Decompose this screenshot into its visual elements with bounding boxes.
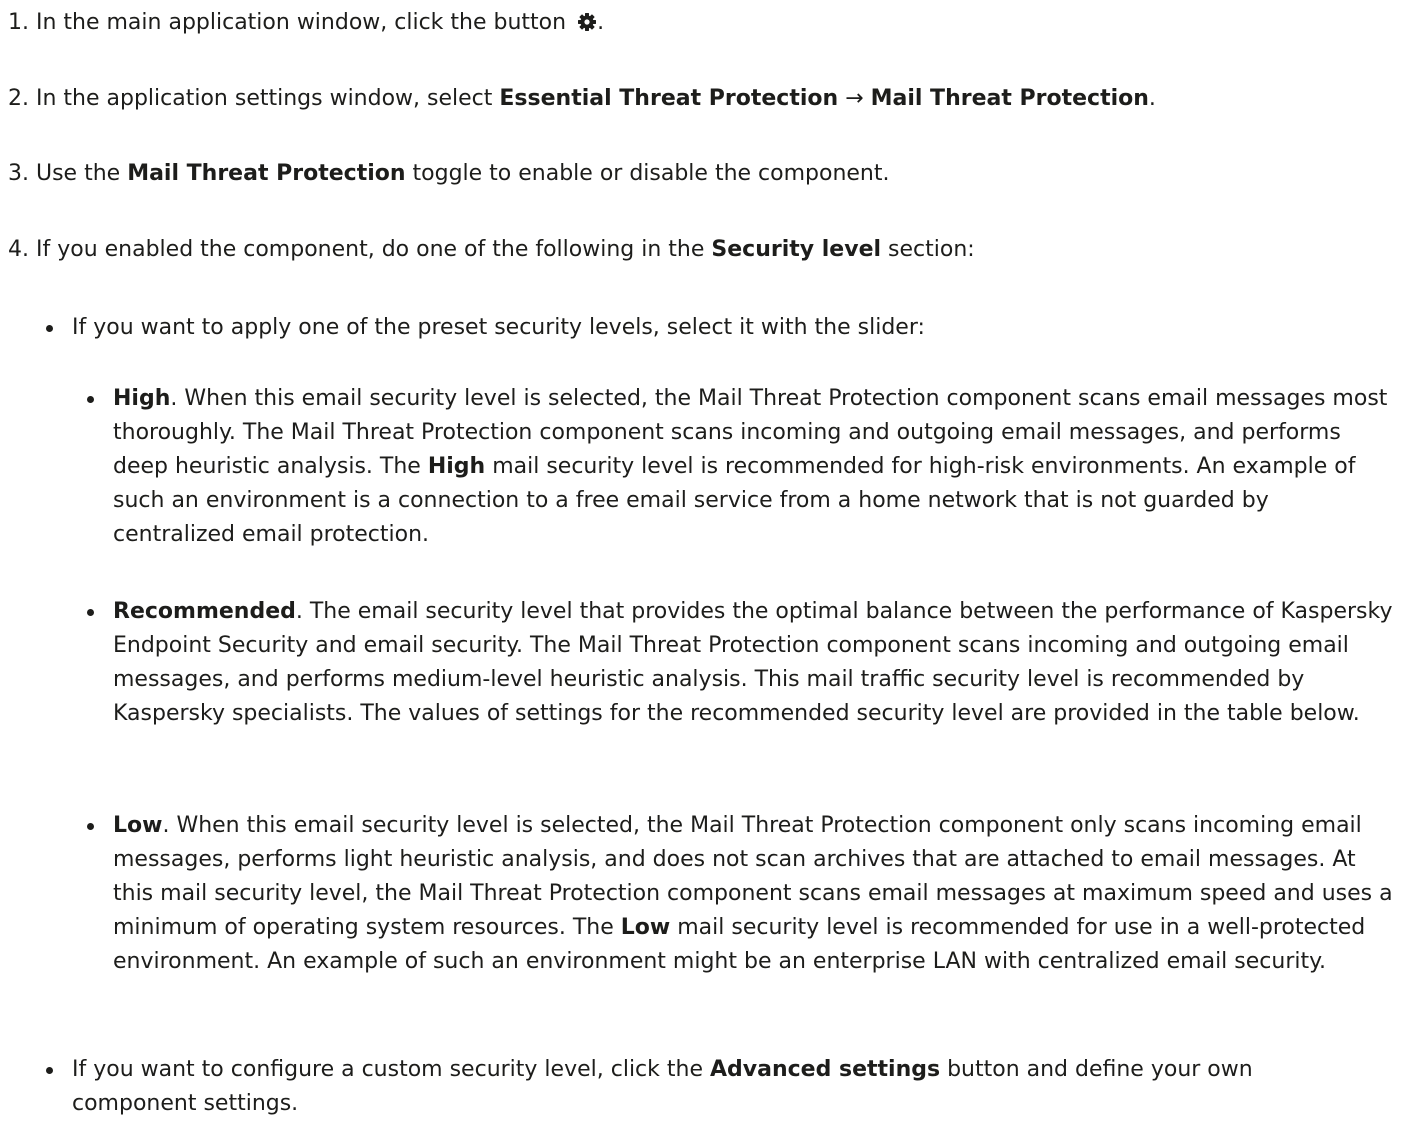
high-level-label-inline: High <box>427 454 486 479</box>
recommended-level-label: Recommended <box>113 599 296 624</box>
step-2-end: . <box>1148 86 1156 111</box>
mail-threat-protection-toggle-term: Mail Threat Protection <box>127 161 406 186</box>
gear-icon <box>577 9 597 31</box>
security-level-term: Security level <box>711 237 882 262</box>
step-3: 3. Use the Mail Threat Protection toggle… <box>8 157 890 191</box>
low-level-label-inline: Low <box>620 915 671 940</box>
step-1-text: 1. In the main application window, click… <box>8 10 574 35</box>
list-item-preset-levels: If you want to apply one of the preset s… <box>46 311 1372 345</box>
essential-threat-protection-term: Essential Threat Protection <box>499 86 839 111</box>
step-4-end: section: <box>881 237 975 262</box>
high-level-label: High <box>113 386 171 411</box>
list-item-recommended: Recommended. The email security level th… <box>87 595 1395 731</box>
advanced-settings-term: Advanced settings <box>709 1057 941 1082</box>
custom-level-text: If you want to configure a custom securi… <box>72 1057 710 1082</box>
step-1-end: . <box>597 10 605 35</box>
right-arrow: → <box>838 86 871 111</box>
step-4: 4. If you enabled the component, do one … <box>8 233 975 267</box>
step-3-end: toggle to enable or disable the componen… <box>405 161 890 186</box>
step-1: 1. In the main application window, click… <box>8 6 604 40</box>
list-item-low: Low. When this email security level is s… <box>87 809 1395 979</box>
step-2-text: 2. In the application settings window, s… <box>8 86 500 111</box>
list-item-custom-level: If you want to configure a custom securi… <box>46 1053 1372 1121</box>
step-4-text: 4. If you enabled the component, do one … <box>8 237 712 262</box>
low-level-label: Low <box>113 813 163 838</box>
step-2: 2. In the application settings window, s… <box>8 82 1156 116</box>
step-3-text: 3. Use the <box>8 161 128 186</box>
mail-threat-protection-term: Mail Threat Protection <box>870 86 1149 111</box>
instructions-page: 1. In the main application window, click… <box>0 0 1405 1119</box>
list-item-high: High. When this email security level is … <box>87 382 1395 552</box>
recommended-level-text: . The email security level that provides… <box>113 599 1393 726</box>
